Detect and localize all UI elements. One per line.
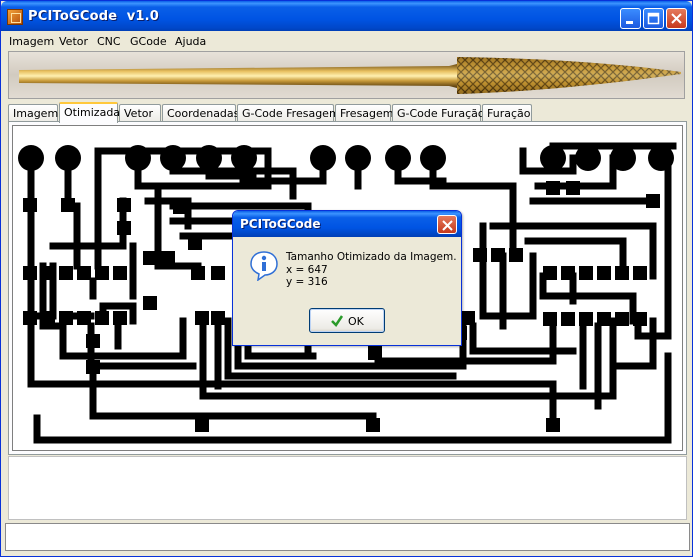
close-icon — [442, 220, 453, 231]
ok-button-label: OK — [348, 315, 364, 328]
main-window: PCIToGCode v1.0 Imagem Vetor CNC GCode A… — [0, 0, 693, 557]
app-icon — [7, 9, 23, 25]
ok-button[interactable]: OK — [309, 308, 385, 333]
dialog-message-line3: y = 316 — [286, 276, 328, 288]
title-bar[interactable]: PCIToGCode v1.0 — [1, 1, 692, 31]
dialog-title-bar[interactable]: PCIToGCode — [233, 211, 461, 237]
minimize-button[interactable] — [620, 8, 641, 29]
tab-vetor[interactable]: Vetor — [119, 104, 161, 122]
tab-coordenadas[interactable]: Coordenadas — [162, 104, 239, 122]
drill-bit-image — [19, 57, 681, 94]
menu-bar: Imagem Vetor CNC GCode Ajuda — [1, 31, 692, 51]
close-icon — [671, 13, 682, 24]
dialog-message-line2: x = 647 — [286, 263, 328, 276]
maximize-icon — [647, 12, 660, 25]
message-dialog: PCIToGCode Tamanho Otimizado da Imagem. … — [232, 210, 462, 346]
dialog-message: Tamanho Otimizado da Imagem. x = 647 y =… — [286, 251, 457, 289]
tab-strip: Imagem Otimizada Vetor Coordenadas G-Cod… — [8, 102, 688, 123]
close-button[interactable] — [666, 8, 687, 29]
menu-vetor[interactable]: Vetor — [59, 35, 88, 48]
tab-imagem[interactable]: Imagem — [8, 104, 58, 122]
checkmark-icon — [331, 315, 344, 327]
minimize-icon — [626, 21, 633, 24]
drill-bit-banner — [8, 51, 685, 99]
status-bar — [5, 523, 690, 551]
menu-imagem[interactable]: Imagem — [9, 35, 54, 48]
tab-gcode-fresagem[interactable]: G-Code Fresagem — [237, 104, 340, 122]
menu-ajuda[interactable]: Ajuda — [175, 35, 206, 48]
tab-fresagem[interactable]: Fresagem — [335, 104, 394, 122]
output-area — [8, 456, 687, 520]
tab-otimizada[interactable]: Otimizada — [59, 102, 120, 123]
dialog-title: PCIToGCode — [240, 217, 321, 231]
maximize-button[interactable] — [643, 8, 664, 29]
dialog-close-button[interactable] — [437, 215, 457, 234]
dialog-message-line1: Tamanho Otimizado da Imagem. — [286, 251, 457, 263]
menu-gcode[interactable]: GCode — [130, 35, 167, 48]
tab-furacao[interactable]: Furação — [482, 104, 532, 122]
info-icon — [250, 251, 278, 281]
window-title: PCIToGCode v1.0 — [28, 9, 159, 24]
tab-gcode-furacao[interactable]: G-Code Furação — [392, 104, 485, 122]
menu-cnc[interactable]: CNC — [97, 35, 121, 48]
